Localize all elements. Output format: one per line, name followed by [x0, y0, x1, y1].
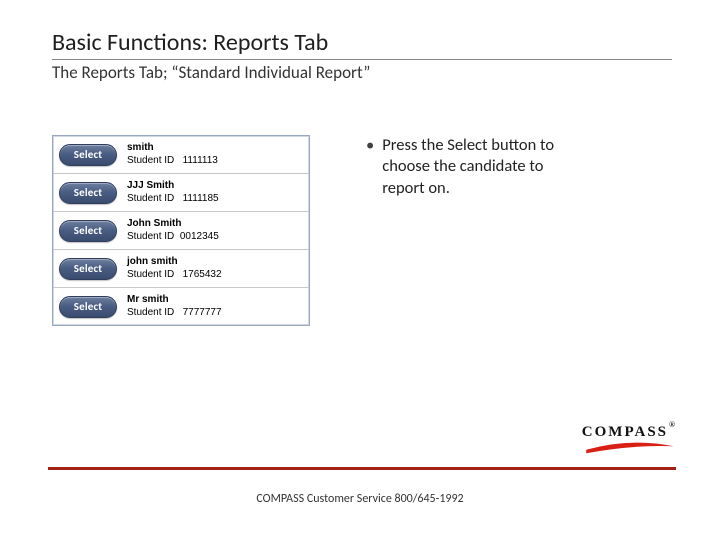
select-button[interactable]: Select — [59, 144, 117, 166]
id-label: Student ID — [127, 155, 174, 166]
candidate-name: john smith — [127, 256, 222, 269]
slide-title: Basic Functions: Reports Tab — [52, 28, 672, 60]
candidate-name: Mr smith — [127, 294, 222, 307]
select-button[interactable]: Select — [59, 296, 117, 318]
bullet-dot-icon: • — [366, 135, 374, 199]
select-button[interactable]: Select — [59, 182, 117, 204]
candidate-row: Select Mr smith Student ID 7777777 — [53, 288, 309, 325]
candidate-id: 1111113 — [183, 155, 218, 166]
candidate-info: Mr smith Student ID 7777777 — [127, 294, 222, 319]
id-label: Student ID — [127, 307, 174, 318]
slide-subtitle: The Reports Tab; “Standard Individual Re… — [52, 62, 672, 83]
candidate-row: Select smith Student ID 1111113 — [53, 136, 309, 174]
candidate-id-line: Student ID 0012345 — [127, 231, 219, 244]
slide: Basic Functions: Reports Tab The Reports… — [0, 0, 720, 540]
brand-wordmark: COMPASS® — [582, 424, 676, 441]
candidate-info: smith Student ID 1111113 — [127, 142, 218, 167]
candidate-id-line: Student ID 1111113 — [127, 155, 218, 168]
bullet-text: Press the Select button to choose the ca… — [382, 135, 586, 199]
candidate-id-line: Student ID 1765432 — [127, 269, 222, 282]
candidate-row: Select JJJ Smith Student ID 1111185 — [53, 174, 309, 212]
instruction-area: • Press the Select button to choose the … — [366, 135, 586, 326]
candidate-id: 1765432 — [183, 269, 222, 280]
candidate-id-line: Student ID 1111185 — [127, 193, 219, 206]
candidate-id: 7777777 — [183, 307, 222, 318]
bullet-item: • Press the Select button to choose the … — [366, 135, 586, 199]
candidate-list-panel: Select smith Student ID 1111113 Select J… — [52, 135, 310, 326]
brand-logo: COMPASS® — [582, 424, 676, 460]
content-area: Select smith Student ID 1111113 Select J… — [52, 135, 672, 326]
candidate-id-line: Student ID 7777777 — [127, 307, 222, 320]
select-button[interactable]: Select — [59, 258, 117, 280]
id-label: Student ID — [127, 231, 174, 242]
divider — [48, 467, 676, 470]
brand-name: COMPASS — [582, 424, 668, 440]
candidate-name: John Smith — [127, 218, 219, 231]
candidate-name: smith — [127, 142, 218, 155]
candidate-row: Select john smith Student ID 1765432 — [53, 250, 309, 288]
swoosh-icon — [584, 441, 676, 455]
select-button[interactable]: Select — [59, 220, 117, 242]
candidate-info: John Smith Student ID 0012345 — [127, 218, 219, 243]
id-label: Student ID — [127, 269, 174, 280]
id-label: Student ID — [127, 193, 174, 204]
candidate-info: JJJ Smith Student ID 1111185 — [127, 180, 219, 205]
candidate-id: 1111185 — [183, 193, 219, 204]
footer-text: COMPASS Customer Service 800/645-1992 — [0, 492, 720, 506]
registered-icon: ® — [669, 420, 677, 429]
candidate-info: john smith Student ID 1765432 — [127, 256, 222, 281]
candidate-name: JJJ Smith — [127, 180, 219, 193]
candidate-row: Select John Smith Student ID 0012345 — [53, 212, 309, 250]
candidate-id: 0012345 — [180, 231, 219, 242]
